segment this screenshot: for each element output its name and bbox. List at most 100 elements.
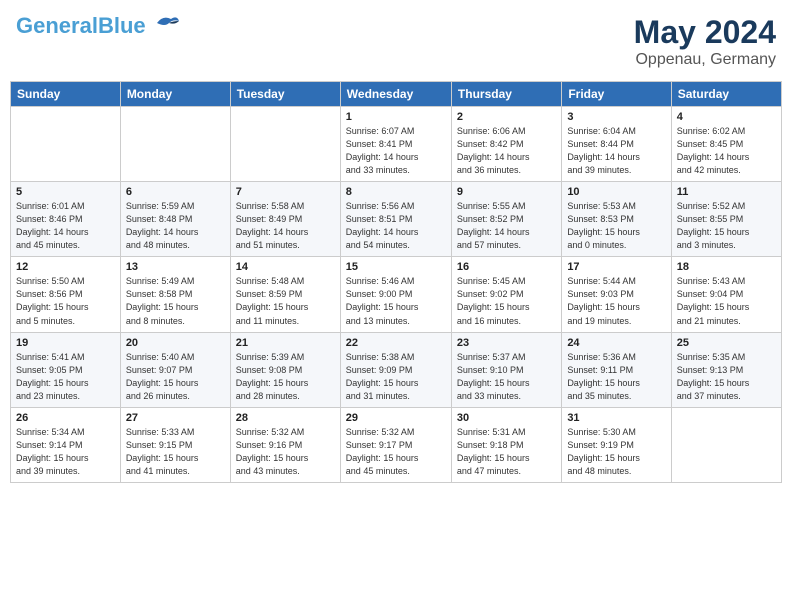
calendar-cell: 23 Sunrise: 5:37 AM Sunset: 9:10 PM Dayli… (451, 332, 561, 407)
calendar-cell: 5 Sunrise: 6:01 AM Sunset: 8:46 PM Daylig… (11, 182, 121, 257)
day-number: 22 (346, 337, 446, 349)
calendar-cell: 17 Sunrise: 5:44 AM Sunset: 9:03 PM Dayli… (562, 257, 671, 332)
day-number: 8 (346, 186, 446, 198)
calendar-week-row: 12 Sunrise: 5:50 AM Sunset: 8:56 PM Dayli… (11, 257, 782, 332)
weekday-header-tuesday: Tuesday (230, 82, 340, 107)
day-info: Sunrise: 5:44 AM Sunset: 9:03 PM Dayligh… (567, 275, 665, 327)
weekday-header-monday: Monday (120, 82, 230, 107)
calendar-cell: 27 Sunrise: 5:33 AM Sunset: 9:15 PM Dayli… (120, 407, 230, 482)
calendar-cell (230, 107, 340, 182)
calendar-cell: 2 Sunrise: 6:06 AM Sunset: 8:42 PM Daylig… (451, 107, 561, 182)
day-info: Sunrise: 5:55 AM Sunset: 8:52 PM Dayligh… (457, 200, 556, 252)
day-number: 23 (457, 337, 556, 349)
day-info: Sunrise: 5:43 AM Sunset: 9:04 PM Dayligh… (677, 275, 776, 327)
title-location: Oppenau, Germany (634, 51, 776, 69)
calendar-table: SundayMondayTuesdayWednesdayThursdayFrid… (10, 81, 782, 483)
day-info: Sunrise: 5:49 AM Sunset: 8:58 PM Dayligh… (126, 275, 225, 327)
calendar-cell: 19Sunrise: 5:41 AM Sunset: 9:05 PM Dayli… (11, 332, 121, 407)
day-info: Sunrise: 5:53 AM Sunset: 8:53 PM Dayligh… (567, 200, 665, 252)
day-info: Sunrise: 5:33 AM Sunset: 9:15 PM Dayligh… (126, 426, 225, 478)
day-info: Sunrise: 5:38 AM Sunset: 9:09 PM Dayligh… (346, 351, 446, 403)
day-number: 31 (567, 412, 665, 424)
calendar-cell: 1 Sunrise: 6:07 AM Sunset: 8:41 PM Daylig… (340, 107, 451, 182)
day-info: Sunrise: 5:56 AM Sunset: 8:51 PM Dayligh… (346, 200, 446, 252)
day-number: 18 (677, 261, 776, 273)
day-info: Sunrise: 5:35 AM Sunset: 9:13 PM Dayligh… (677, 351, 776, 403)
day-number: 17 (567, 261, 665, 273)
day-info: Sunrise: 5:45 AM Sunset: 9:02 PM Dayligh… (457, 275, 556, 327)
calendar-cell: 4 Sunrise: 6:02 AM Sunset: 8:45 PM Daylig… (671, 107, 781, 182)
logo: GeneralBlue (16, 14, 181, 38)
day-number: 13 (126, 261, 225, 273)
day-number: 9 (457, 186, 556, 198)
weekday-header-row: SundayMondayTuesdayWednesdayThursdayFrid… (11, 82, 782, 107)
calendar-cell: 8 Sunrise: 5:56 AM Sunset: 8:51 PM Daylig… (340, 182, 451, 257)
calendar-cell: 16Sunrise: 5:45 AM Sunset: 9:02 PM Dayli… (451, 257, 561, 332)
weekday-header-wednesday: Wednesday (340, 82, 451, 107)
calendar-cell: 12 Sunrise: 5:50 AM Sunset: 8:56 PM Dayli… (11, 257, 121, 332)
day-info: Sunrise: 5:32 AM Sunset: 9:17 PM Dayligh… (346, 426, 446, 478)
logo-bird-icon (149, 13, 181, 35)
day-info: Sunrise: 6:01 AM Sunset: 8:46 PM Dayligh… (16, 200, 115, 252)
day-info: Sunrise: 5:50 AM Sunset: 8:56 PM Dayligh… (16, 275, 115, 327)
calendar-cell: 15 Sunrise: 5:46 AM Sunset: 9:00 PM Dayli… (340, 257, 451, 332)
calendar-cell: 25 Sunrise: 5:35 AM Sunset: 9:13 PM Dayli… (671, 332, 781, 407)
day-info: Sunrise: 5:32 AM Sunset: 9:16 PM Dayligh… (236, 426, 335, 478)
day-info: Sunrise: 5:58 AM Sunset: 8:49 PM Dayligh… (236, 200, 335, 252)
calendar-cell: 7 Sunrise: 5:58 AM Sunset: 8:49 PM Daylig… (230, 182, 340, 257)
calendar-week-row: 1 Sunrise: 6:07 AM Sunset: 8:41 PM Daylig… (11, 107, 782, 182)
day-number: 3 (567, 111, 665, 123)
day-info: Sunrise: 6:07 AM Sunset: 8:41 PM Dayligh… (346, 125, 446, 177)
day-number: 25 (677, 337, 776, 349)
day-number: 12 (16, 261, 115, 273)
calendar-cell: 6 Sunrise: 5:59 AM Sunset: 8:48 PM Daylig… (120, 182, 230, 257)
day-number: 6 (126, 186, 225, 198)
day-number: 2 (457, 111, 556, 123)
day-info: Sunrise: 5:31 AM Sunset: 9:18 PM Dayligh… (457, 426, 556, 478)
calendar-cell: 29 Sunrise: 5:32 AM Sunset: 9:17 PM Dayli… (340, 407, 451, 482)
day-info: Sunrise: 5:34 AM Sunset: 9:14 PM Dayligh… (16, 426, 115, 478)
day-info: Sunrise: 6:06 AM Sunset: 8:42 PM Dayligh… (457, 125, 556, 177)
page-header: GeneralBlue May 2024 Oppenau, Germany (10, 10, 782, 73)
day-info: Sunrise: 5:36 AM Sunset: 9:11 PM Dayligh… (567, 351, 665, 403)
logo-text: GeneralBlue (16, 14, 146, 38)
day-number: 27 (126, 412, 225, 424)
title-month-year: May 2024 (634, 14, 776, 51)
calendar-cell (120, 107, 230, 182)
weekday-header-thursday: Thursday (451, 82, 561, 107)
calendar-week-row: 26Sunrise: 5:34 AM Sunset: 9:14 PM Dayli… (11, 407, 782, 482)
day-info: Sunrise: 5:37 AM Sunset: 9:10 PM Dayligh… (457, 351, 556, 403)
day-info: Sunrise: 5:40 AM Sunset: 9:07 PM Dayligh… (126, 351, 225, 403)
calendar-cell: 30Sunrise: 5:31 AM Sunset: 9:18 PM Dayli… (451, 407, 561, 482)
day-info: Sunrise: 5:39 AM Sunset: 9:08 PM Dayligh… (236, 351, 335, 403)
calendar-cell: 14 Sunrise: 5:48 AM Sunset: 8:59 PM Dayli… (230, 257, 340, 332)
day-number: 19 (16, 337, 115, 349)
day-number: 14 (236, 261, 335, 273)
calendar-week-row: 19Sunrise: 5:41 AM Sunset: 9:05 PM Dayli… (11, 332, 782, 407)
calendar-cell: 13 Sunrise: 5:49 AM Sunset: 8:58 PM Dayli… (120, 257, 230, 332)
calendar-cell: 21 Sunrise: 5:39 AM Sunset: 9:08 PM Dayli… (230, 332, 340, 407)
day-number: 15 (346, 261, 446, 273)
calendar-cell (11, 107, 121, 182)
day-number: 5 (16, 186, 115, 198)
day-number: 7 (236, 186, 335, 198)
weekday-header-sunday: Sunday (11, 82, 121, 107)
day-info: Sunrise: 6:02 AM Sunset: 8:45 PM Dayligh… (677, 125, 776, 177)
logo-general: General (16, 13, 98, 38)
calendar-cell: 22 Sunrise: 5:38 AM Sunset: 9:09 PM Dayli… (340, 332, 451, 407)
calendar-cell (671, 407, 781, 482)
day-number: 29 (346, 412, 446, 424)
day-number: 28 (236, 412, 335, 424)
calendar-cell: 24Sunrise: 5:36 AM Sunset: 9:11 PM Dayli… (562, 332, 671, 407)
day-info: Sunrise: 5:48 AM Sunset: 8:59 PM Dayligh… (236, 275, 335, 327)
day-info: Sunrise: 5:59 AM Sunset: 8:48 PM Dayligh… (126, 200, 225, 252)
day-info: Sunrise: 6:04 AM Sunset: 8:44 PM Dayligh… (567, 125, 665, 177)
day-info: Sunrise: 5:30 AM Sunset: 9:19 PM Dayligh… (567, 426, 665, 478)
calendar-cell: 10Sunrise: 5:53 AM Sunset: 8:53 PM Dayli… (562, 182, 671, 257)
day-number: 4 (677, 111, 776, 123)
day-number: 1 (346, 111, 446, 123)
day-number: 21 (236, 337, 335, 349)
day-number: 20 (126, 337, 225, 349)
calendar-cell: 9 Sunrise: 5:55 AM Sunset: 8:52 PM Daylig… (451, 182, 561, 257)
day-info: Sunrise: 5:46 AM Sunset: 9:00 PM Dayligh… (346, 275, 446, 327)
